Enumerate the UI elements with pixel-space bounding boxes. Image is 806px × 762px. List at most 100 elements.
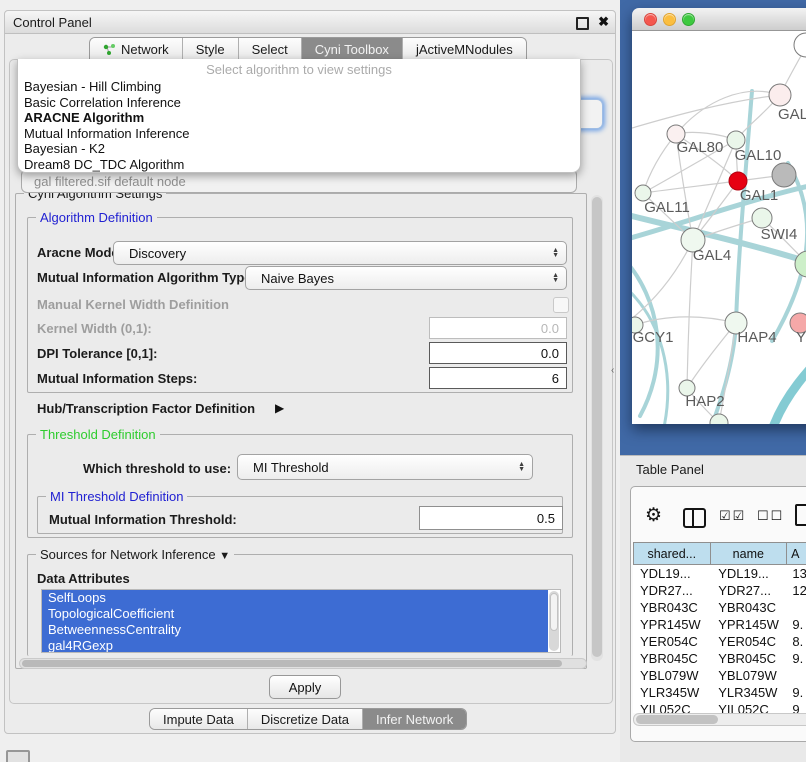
mi-type-value: Naive Bayes <box>261 271 334 286</box>
network-node[interactable] <box>795 251 806 277</box>
which-threshold-combo[interactable]: MI Threshold ▲▼ <box>237 454 533 480</box>
settings-horizontal-scrollbar[interactable] <box>19 658 587 669</box>
split-columns-icon[interactable] <box>683 508 706 528</box>
attributes-scrollbar[interactable] <box>549 591 559 651</box>
dpi-tolerance-value: 0.0 <box>541 346 559 361</box>
mi-threshold-label: Mutual Information Threshold: <box>49 512 237 527</box>
manual-kernel-checkbox[interactable] <box>553 297 569 313</box>
unchecked-pair-icon[interactable]: ☐☐ <box>757 508 784 524</box>
stepper-icon: ▲▼ <box>518 462 525 472</box>
network-node-label: GAL4 <box>693 247 731 264</box>
tab-discretize-data-label: Discretize Data <box>261 712 349 727</box>
collapse-arrow-icon[interactable]: ▼ <box>219 550 230 562</box>
tab-network[interactable]: Network <box>90 38 183 60</box>
close-traffic-light[interactable] <box>644 13 657 26</box>
stepper-icon: ▲▼ <box>552 273 559 283</box>
attribute-item[interactable]: BetweennessCentrality <box>42 622 548 638</box>
tab-style[interactable]: Style <box>183 38 239 60</box>
mi-type-label: Mutual Information Algorithm Type: <box>37 270 256 285</box>
algorithm-option[interactable]: Basic Correlation Inference <box>21 95 577 111</box>
network-node-label: GCY1 <box>633 329 674 346</box>
tab-jactivemnodules-label: jActiveMNodules <box>416 42 513 57</box>
network-node-label: GAL11 <box>644 199 690 216</box>
column-header-name[interactable]: name <box>710 542 787 565</box>
hub-definition-label: Hub/Transcription Factor Definition <box>37 401 255 416</box>
aracne-mode-combo[interactable]: Discovery ▲▼ <box>113 241 567 265</box>
table-horizontal-scrollbar[interactable] <box>633 713 806 726</box>
algorithm-option[interactable]: Bayesian - Hill Climbing <box>21 79 577 95</box>
attribute-item[interactable]: gal4RGexp <box>42 638 548 653</box>
algorithm-dropdown-popup: Select algorithm to view settings Bayesi… <box>17 59 581 173</box>
settings-vertical-scrollbar[interactable] <box>591 195 603 661</box>
document-icon[interactable] <box>795 504 806 526</box>
algorithm-option-aracne[interactable]: ARACNE Algorithm <box>21 110 577 126</box>
table-row[interactable]: YPR145WYPR145W9. <box>633 616 806 633</box>
close-icon[interactable]: ✖ <box>598 14 609 30</box>
table-row[interactable]: YBL079WYBL079W <box>633 667 806 684</box>
data-attributes-list: SelfLoops TopologicalCoefficient Between… <box>41 589 561 653</box>
network-node-gal[interactable] <box>769 84 791 106</box>
zoom-traffic-light[interactable] <box>682 13 695 26</box>
sources-title: Sources for Network Inference ▼ <box>36 547 234 562</box>
dpi-tolerance-input[interactable]: 0.0 <box>429 342 567 364</box>
network-node-label: GAL <box>778 106 806 123</box>
table-panel: Table Panel ⚙ ☑☑ ☐☐ shared... name A YDL… <box>620 455 806 762</box>
tab-discretize-data[interactable]: Discretize Data <box>248 709 363 729</box>
settings-vertical-scrollbar-thumb[interactable] <box>592 197 602 657</box>
table-row[interactable]: YBR043CYBR043C <box>633 599 806 616</box>
tab-cyni-toolbox-label: Cyni Toolbox <box>315 42 389 57</box>
which-threshold-value: MI Threshold <box>253 460 329 475</box>
mi-type-combo[interactable]: Naive Bayes ▲▼ <box>245 266 567 290</box>
column-header-shared-name[interactable]: shared... <box>633 542 710 565</box>
tab-cyni-toolbox[interactable]: Cyni Toolbox <box>302 38 403 60</box>
table-row[interactable]: YER054CYER054C8. <box>633 633 806 650</box>
float-window-icon[interactable] <box>576 17 589 30</box>
column-header-partial[interactable]: A <box>786 542 806 565</box>
algorithm-option[interactable]: Mutual Information Inference <box>21 126 577 142</box>
network-node-label: GAL1 <box>740 187 778 204</box>
algorithm-option[interactable]: Dream8 DC_TDC Algorithm <box>21 157 577 173</box>
minimize-traffic-light[interactable] <box>663 13 676 26</box>
table-toolbar: ⚙ ☑☑ ☐☐ <box>631 495 806 539</box>
mi-steps-input[interactable]: 6 <box>429 367 567 389</box>
network-node-swi4[interactable] <box>752 208 772 228</box>
attributes-scrollbar-thumb[interactable] <box>550 593 558 631</box>
tab-jactivemnodules[interactable]: jActiveMNodules <box>403 38 526 60</box>
aracne-mode-value: Discovery <box>129 246 186 261</box>
table-row[interactable]: YDL19...YDL19...13 <box>633 565 806 582</box>
table-row[interactable]: YIL052CYIL052C9 <box>633 701 806 713</box>
network-tab-icon <box>103 43 116 56</box>
network-desktop-area: GALGAL80GAL10GAL1GAL11SWI4GAL4GCY1HAP4YH… <box>620 0 806 455</box>
table-row[interactable]: YLR345WYLR345W9. <box>633 684 806 701</box>
aracne-mode-label: Aracne Mode: <box>37 245 123 260</box>
apply-button[interactable]: Apply <box>269 675 341 699</box>
mi-threshold-input[interactable]: 0.5 <box>419 506 563 530</box>
kernel-width-input[interactable]: 0.0 <box>429 317 567 339</box>
table-row[interactable]: YDR27...YDR27...12 <box>633 582 806 599</box>
gear-icon[interactable]: ⚙ <box>645 506 662 525</box>
panel-resize-handle[interactable]: ‹ <box>611 365 614 376</box>
attribute-item[interactable]: SelfLoops <box>42 590 548 606</box>
network-node[interactable] <box>772 163 796 187</box>
network-svg[interactable]: GALGAL80GAL10GAL1GAL11SWI4GAL4GCY1HAP4YH… <box>632 31 806 424</box>
settings-horizontal-scrollbar-thumb[interactable] <box>22 660 562 667</box>
tab-select-label: Select <box>252 42 288 57</box>
expand-arrow-icon[interactable]: ▶ <box>275 401 284 415</box>
tab-impute-data[interactable]: Impute Data <box>150 709 248 729</box>
tab-select[interactable]: Select <box>239 38 302 60</box>
attribute-item[interactable]: TopologicalCoefficient <box>42 606 548 622</box>
algorithm-option[interactable]: Bayesian - K2 <box>21 141 577 157</box>
checked-pair-icon[interactable]: ☑☑ <box>719 508 746 524</box>
tab-style-label: Style <box>196 42 225 57</box>
stepper-icon: ▲▼ <box>552 248 559 258</box>
tab-impute-data-label: Impute Data <box>163 712 234 727</box>
table-horizontal-scrollbar-thumb[interactable] <box>636 715 718 724</box>
control-panel-tabs: Network Style Select Cyni Toolbox jActiv… <box>89 37 527 60</box>
network-node[interactable] <box>710 414 728 424</box>
table-row[interactable]: YBR045CYBR045C9. <box>633 650 806 667</box>
split-columns-bar <box>692 510 694 526</box>
algorithm-list: Bayesian - Hill Climbing Basic Correlati… <box>21 79 577 173</box>
network-node[interactable] <box>794 33 806 57</box>
minimized-panel-icon[interactable] <box>6 750 30 762</box>
tab-infer-network[interactable]: Infer Network <box>363 709 466 729</box>
